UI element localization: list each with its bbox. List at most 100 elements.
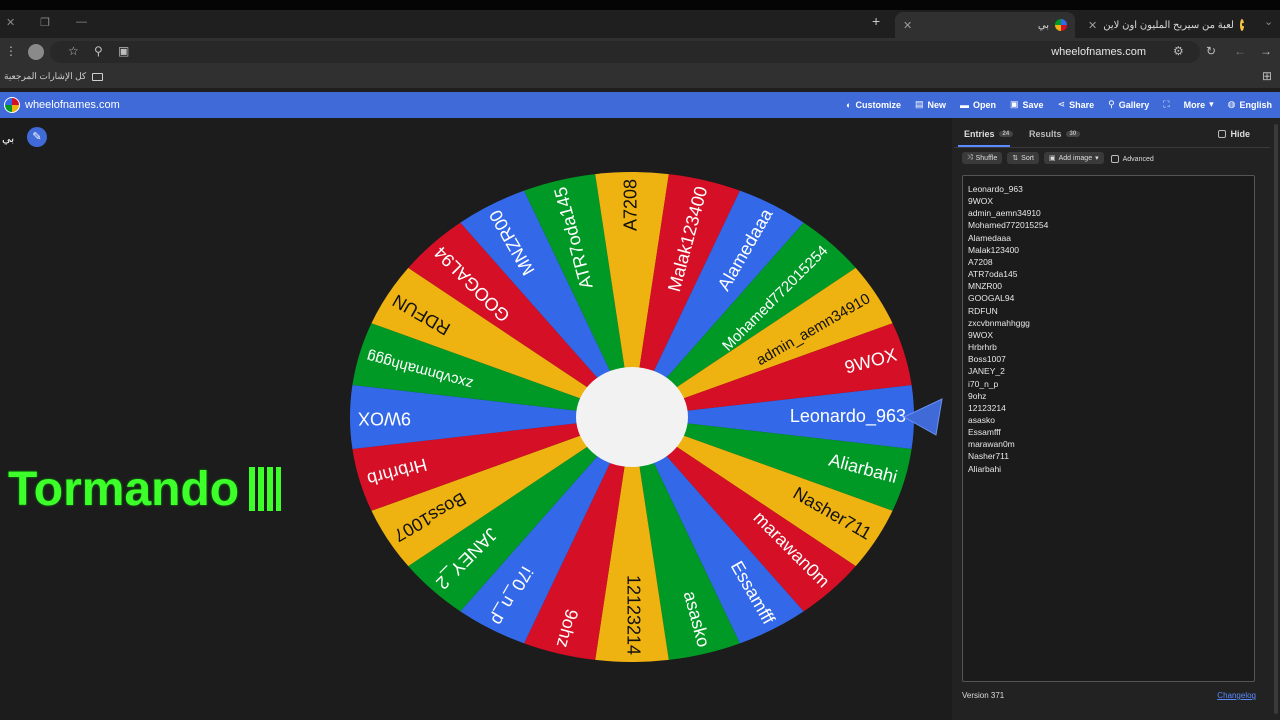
tab-title: لعبة من سيربح المليون اون لاين [1103, 19, 1234, 31]
tab-results[interactable]: Results 30 [1029, 129, 1081, 139]
entry-line: Alamedaaa [968, 232, 1012, 243]
shuffle-button[interactable]: ⤨ Shuffle [962, 152, 1003, 164]
restore-window-icon[interactable]: ❐ [40, 16, 50, 29]
wheel-segment-label: A7208 [621, 179, 641, 231]
reload-icon[interactable]: ↻ [1206, 44, 1216, 58]
entries-textarea[interactable]: Leonardo_963 9WOX admin_aemn34910 Mohamed77… [962, 175, 1255, 682]
site-brand[interactable]: wheelofnames.com [4, 97, 120, 113]
wheel-segment-label: Leonardo_963 [790, 406, 906, 427]
menu-dots-icon[interactable]: ⋮ [5, 44, 17, 58]
caret-down-icon: ▾ [1209, 99, 1214, 109]
panel-scrollbar[interactable] [1274, 124, 1278, 714]
back-icon[interactable]: → [1260, 44, 1272, 58]
entry-line: asasko [968, 414, 995, 425]
entry-line: Malak123400 [968, 244, 1020, 255]
close-tab-icon[interactable]: ✕ [1088, 19, 1097, 32]
entry-line: admin_aemn34910 [968, 208, 1041, 219]
wheel-segment-label: 12123214 [623, 575, 643, 655]
nav-label: Gallery [1118, 99, 1150, 110]
wheel[interactable]: Leonardo_963AliarbahiNasher711marawan0mE… [330, 162, 950, 682]
save-icon: ▣ [1010, 99, 1019, 109]
results-count-badge: 30 [1065, 131, 1081, 137]
nav-menu: ◐ Customize ▤ New ▬ Open ▣ Save ⋖ Share ⚲ Gall… [846, 99, 1272, 110]
entry-line: RDFUN [968, 305, 998, 316]
nav-label: Open [973, 99, 997, 110]
entry-line: marawan0m [968, 439, 1015, 450]
all-bookmarks[interactable]: كل الإشارات المرجعية [4, 71, 104, 82]
nav-fullscreen[interactable]: ⛶ [1163, 99, 1169, 110]
entry-line: Boss1007 [968, 354, 1006, 365]
nav-gallery[interactable]: ⚲ Gallery [1108, 99, 1149, 110]
forward-icon[interactable]: ← [1234, 44, 1246, 58]
globe-icon: ◍ [1227, 99, 1236, 109]
tab-bar: ✕ ❐ — + بي ✕ لعبة من سيربح المليون اون ل… [0, 10, 1280, 38]
entry-line: 12123214 [968, 402, 1006, 413]
entry-line: Leonardo_963 [968, 184, 1023, 194]
nav-save[interactable]: ▣ Save [1010, 99, 1044, 110]
brand-label: wheelofnames.com [25, 99, 120, 111]
palette-icon: ◐ [846, 99, 852, 110]
url-text: wheelofnames.com [1051, 46, 1146, 58]
wheel-title: بي [2, 133, 15, 145]
entry-line: 9WOX [968, 329, 994, 340]
tool-label: Shuffle [975, 154, 998, 162]
shuffle-icon: ⤨ [967, 154, 973, 161]
screen: ✕ ❐ — + بي ✕ لعبة من سيربح المليون اون ل… [0, 0, 1280, 720]
tab-inactive[interactable]: لعبة من سيربح المليون اون لاين ✕ [1080, 12, 1252, 38]
apps-grid-icon[interactable]: ⊞ [1262, 69, 1272, 83]
nav-open[interactable]: ▬ Open [960, 99, 996, 110]
advanced-checkbox[interactable] [1110, 155, 1119, 163]
entries-count-badge: 24 [998, 131, 1014, 137]
profile-avatar[interactable] [28, 44, 44, 60]
wheel-center-hub[interactable] [576, 367, 688, 467]
changelog-link[interactable]: Changelog [1217, 691, 1256, 700]
nav-label: New [927, 99, 947, 110]
sort-button[interactable]: ⇅ Sort [1007, 152, 1039, 164]
hide-checkbox[interactable] [1218, 130, 1227, 138]
nav-label: Share [1069, 99, 1095, 110]
tab-search-icon[interactable]: ⌄ [1264, 15, 1273, 28]
translate-icon[interactable]: ▣ [118, 44, 129, 58]
bookmarks-bar: كل الإشارات المرجعية ⊞ [0, 66, 1280, 88]
entry-line: 9ohz [968, 390, 987, 401]
nav-language[interactable]: ◍ English [1228, 99, 1272, 110]
pencil-icon: ✎ [32, 131, 42, 143]
search-icon: ⚲ [1108, 99, 1115, 109]
nav-label: More [1183, 99, 1206, 110]
nav-new[interactable]: ▤ New [915, 99, 946, 110]
overlay-text: Tormando [8, 463, 240, 516]
wheel-logo-icon [4, 97, 20, 113]
omnibox[interactable]: wheelofnames.com [50, 41, 1200, 63]
entry-line: Mohamed772015254 [968, 220, 1049, 231]
site-navbar: wheelofnames.com ◐ Customize ▤ New ▬ Open ▣… [0, 92, 1280, 118]
nav-share[interactable]: ⋖ Share [1058, 99, 1095, 110]
tab-title: بي [1037, 19, 1049, 31]
site-settings-icon[interactable]: ⚙ [1173, 44, 1184, 58]
entries-toolbar: ⤨ Shuffle ⇅ Sort ▣ Add image ▾ Advanced [962, 152, 1154, 164]
bookmark-star-icon[interactable]: ☆ [68, 44, 79, 58]
tool-label: Sort [1021, 154, 1034, 162]
close-tab-icon[interactable]: ✕ [903, 19, 912, 32]
entry-line: Aliarbahi [968, 463, 1002, 474]
tab-entries[interactable]: Entries 24 [957, 129, 1014, 147]
zoom-icon[interactable]: ⚲ [94, 44, 103, 58]
entry-line: MNZR00 [968, 281, 1003, 292]
entry-line: i70_n_p [968, 378, 999, 389]
entry-line: Nasher711 [968, 451, 1009, 462]
tab-active[interactable]: بي ✕ [895, 12, 1075, 38]
entry-line: JANEY_2 [968, 366, 1005, 377]
wheel-favicon-icon [1055, 19, 1067, 31]
close-window-icon[interactable]: ✕ [6, 16, 15, 29]
hide-toggle[interactable]: Hide [1218, 129, 1250, 139]
overlay-caption: Tormando [8, 462, 282, 517]
nav-customize[interactable]: ◐ Customize [846, 99, 901, 110]
tool-label: Add image [1058, 154, 1093, 162]
entry-line: Essamfff [968, 427, 1001, 438]
nav-more[interactable]: More ▾ [1184, 99, 1214, 110]
advanced-toggle[interactable]: Advanced [1109, 152, 1154, 164]
new-tab-icon[interactable]: + [872, 13, 880, 29]
add-image-button[interactable]: ▣ Add image ▾ [1044, 152, 1104, 164]
wheel-area: بي ✎ Leonardo_963 Aliarbahi Nasher711 maraw… [0, 118, 952, 720]
minimize-window-icon[interactable]: — [76, 16, 87, 28]
edit-title-button[interactable]: ✎ [27, 127, 47, 147]
